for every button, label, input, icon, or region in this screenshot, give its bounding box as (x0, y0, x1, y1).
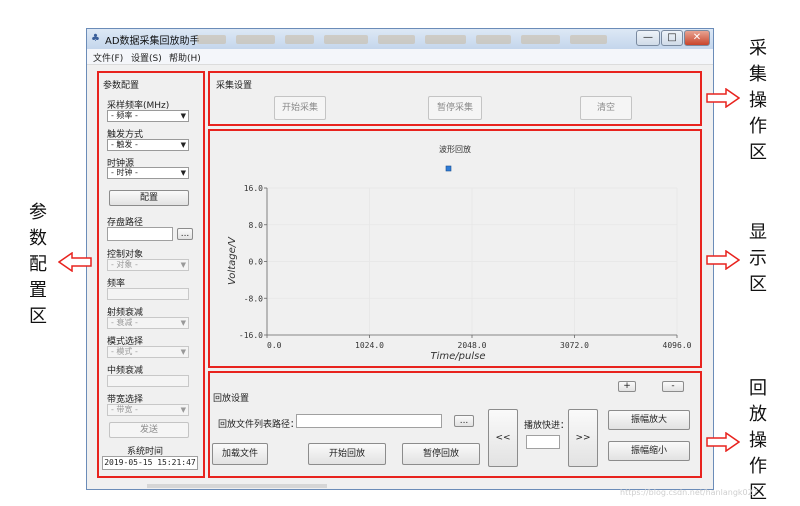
control-target-select[interactable]: - 对象 - ▼ (107, 259, 189, 271)
clear-button[interactable]: 清空 (580, 96, 632, 120)
status-strip (147, 484, 327, 488)
playback-path-label: 回放文件列表路径： (218, 420, 300, 430)
maximize-button[interactable]: □ (661, 30, 683, 46)
arrow-right-icon (706, 88, 740, 108)
y-tick-label: 8.0 (249, 221, 264, 230)
pause-acquire-button[interactable]: 暂停采集 (428, 96, 482, 120)
minus-button[interactable]: - (662, 381, 684, 392)
plus-button[interactable]: + (618, 381, 636, 392)
load-file-button[interactable]: 加载文件 (212, 443, 268, 465)
y-tick-label: 0.0 (249, 258, 264, 267)
y-axis-title: Voltage/V (227, 236, 238, 285)
caption-playback: 回放操作区 (749, 378, 767, 503)
if-atten-input[interactable] (107, 375, 189, 387)
x-tick-label: 0.0 (267, 341, 282, 350)
mode-select[interactable]: - 模式 - ▼ (107, 346, 189, 358)
config-button[interactable]: 配置 (109, 190, 189, 206)
chart-grid (266, 187, 678, 336)
caption-acquire: 采集操作区 (749, 38, 767, 163)
caption-display: 显示区 (749, 222, 767, 295)
start-acquire-button[interactable]: 开始采集 (274, 96, 326, 120)
freq-input[interactable] (107, 288, 189, 300)
chevron-down-icon: ▼ (180, 112, 186, 120)
clock-select[interactable]: - 时钟 - ▼ (107, 167, 189, 179)
menu-help[interactable]: 帮助(H) (169, 51, 201, 64)
browse-playback-path-button[interactable]: ... (454, 415, 474, 427)
blurred-toolbar (197, 35, 607, 44)
start-playback-button[interactable]: 开始回放 (308, 443, 386, 465)
chevron-down-icon: ▼ (180, 141, 186, 149)
speed-label: 播放快进： (524, 421, 570, 431)
arrow-right-icon (706, 250, 740, 270)
x-tick-label: 4096.0 (663, 341, 692, 350)
send-button[interactable]: 发送 (109, 422, 189, 438)
speed-input[interactable] (526, 435, 560, 449)
browse-save-path-button[interactable]: ... (177, 228, 193, 240)
acquire-panel: 采集设置 开始采集 暂停采集 清空 (208, 71, 702, 126)
y-tick-label: -8.0 (244, 294, 263, 303)
pause-playback-button[interactable]: 暂停回放 (402, 443, 480, 465)
menu-file[interactable]: 文件(F) (93, 51, 123, 64)
window-title: AD数据采集回放助手 (105, 36, 200, 47)
chevron-down-icon: ▼ (180, 348, 186, 356)
y-tick-label: -16.0 (239, 331, 263, 340)
app-icon: ♣ (91, 33, 100, 44)
chevron-down-icon: ▼ (180, 406, 186, 414)
param-panel: 参数配置 采样频率(MHz) - 频率 - ▼ 触发方式 - 触发 - ▼ 时钟源 … (97, 71, 205, 478)
chart-title: 波形回放 (439, 144, 471, 154)
bandwidth-select[interactable]: - 带宽 - ▼ (107, 404, 189, 416)
amp-up-button[interactable]: 振幅放大 (608, 410, 690, 430)
chevron-down-icon: ▼ (180, 261, 186, 269)
systime-display: 2019-05-15 15:21:47 (102, 456, 198, 470)
playback-panel-title: 回放设置 (213, 394, 250, 404)
waveform-chart: 波形回放 16.0 8.0 0.0 -8.0 -16.0 0.0 1024.0 2048.0… (227, 144, 692, 362)
trigger-select[interactable]: - 触发 - ▼ (107, 139, 189, 151)
param-panel-title: 参数配置 (103, 81, 140, 91)
x-tick-label: 3072.0 (560, 341, 589, 350)
minimize-button[interactable]: — (636, 30, 660, 46)
title-bar[interactable]: ♣ AD数据采集回放助手 — □ ✕ (87, 29, 713, 49)
close-button[interactable]: ✕ (684, 30, 710, 46)
menu-bar: 文件(F) 设置(S) 帮助(H) (87, 49, 713, 65)
y-tick-label: 16.0 (244, 184, 263, 193)
x-tick-label: 2048.0 (458, 341, 487, 350)
rf-atten-select[interactable]: - 衰减 - ▼ (107, 317, 189, 329)
watermark: https://blog.csdn.net/hanlangk027 (620, 488, 758, 497)
x-axis-title: Time/pulse (431, 351, 486, 362)
chevron-down-icon: ▼ (180, 169, 186, 177)
faster-button[interactable]: >> (568, 409, 598, 467)
menu-settings[interactable]: 设置(S) (131, 51, 162, 64)
x-tick-label: 1024.0 (355, 341, 384, 350)
save-path-input[interactable] (107, 227, 173, 241)
slower-button[interactable]: << (488, 409, 518, 467)
acquire-panel-title: 采集设置 (216, 81, 253, 91)
sample-rate-select[interactable]: - 频率 - ▼ (107, 110, 189, 122)
arrow-right-icon (706, 432, 740, 452)
amp-down-button[interactable]: 振幅缩小 (608, 441, 690, 461)
playback-path-input[interactable] (296, 414, 442, 428)
chevron-down-icon: ▼ (180, 319, 186, 327)
legend-marker (445, 165, 452, 172)
playback-panel: 回放设置 + - 回放文件列表路径： ... 加载文件 开始回放 暂停回放 <<… (208, 371, 702, 478)
arrow-left-icon (58, 252, 92, 272)
display-panel: 波形回放 16.0 8.0 0.0 -8.0 -16.0 0.0 1024.0 2048.0… (208, 129, 702, 368)
caption-params: 参数配置区 (29, 202, 47, 327)
